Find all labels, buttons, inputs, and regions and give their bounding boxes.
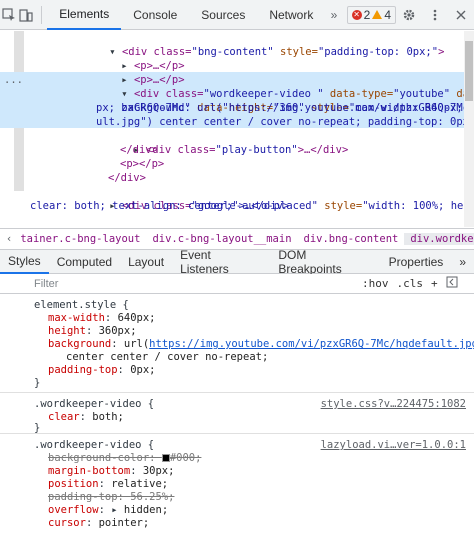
cls-button[interactable]: .cls	[397, 277, 424, 290]
tab-sources[interactable]: Sources	[189, 0, 257, 30]
attr-name: style=	[273, 46, 318, 58]
tab-properties[interactable]: Properties	[381, 250, 452, 274]
rule-wordkeeper-video-stylecss: .wordkeeper-video { style.css?v…224475:1…	[0, 394, 474, 434]
warning-icon	[372, 10, 383, 19]
css-declaration[interactable]: position: relative;	[48, 478, 168, 491]
device-toolbar-icon[interactable]	[17, 0, 34, 30]
breadcrumb-item-current[interactable]: div.wordkeeper-video.	[404, 233, 474, 245]
gear-icon[interactable]	[396, 0, 422, 30]
devtools-toolbar: Elements Console Sources Network » ✕ 2 4	[0, 0, 474, 30]
node-actions-dots[interactable]: ...	[4, 73, 23, 87]
expand-arrow-icon[interactable]: ▸	[111, 504, 117, 516]
more-tabs-button[interactable]: »	[325, 0, 342, 30]
attr-name: style=	[317, 200, 363, 212]
attr-value: "play-button"	[215, 144, 298, 156]
tree-scrollbar[interactable]	[464, 31, 474, 227]
tree-scroll-thumb[interactable]	[465, 41, 473, 101]
tree-node-continuation: ult.jpg") center center / cover no-repea…	[96, 116, 474, 128]
tree-node-close-div[interactable]: </div>	[120, 143, 158, 157]
filter-input[interactable]: Filter	[34, 278, 354, 290]
tree-node-p[interactable]: ▸ <p>…</p>	[96, 45, 184, 72]
tag-close: >…</div>	[297, 144, 349, 156]
dom-tree: ▾ <div class="bng-content" style="paddin…	[0, 31, 474, 227]
more-options-icon[interactable]	[422, 0, 448, 30]
tab-computed[interactable]: Computed	[49, 250, 120, 274]
new-rule-button[interactable]: +	[431, 277, 438, 290]
css-declaration[interactable]: background: url(https://img.youtube.com/…	[48, 338, 474, 351]
tab-console[interactable]: Console	[121, 0, 189, 30]
styles-pane: element.style { max-width: 640px; height…	[0, 295, 474, 535]
error-count: 2	[363, 7, 371, 22]
rule-selector[interactable]: .wordkeeper-video {	[34, 398, 154, 411]
tree-node-p-empty[interactable]: <p></p>	[120, 157, 164, 171]
attr-value: "width: 100%; height: auto;	[362, 200, 474, 212]
tree-node-google-auto-placed[interactable]: ▸ <div class="google-auto-placed" style=…	[84, 185, 474, 212]
error-icon: ✕	[351, 9, 362, 20]
breadcrumb-item[interactable]: tainer.c-bng-layout	[14, 233, 146, 245]
tree-node-bng-content[interactable]: ▾ <div class="bng-content" style="paddin…	[84, 31, 444, 58]
attr-value: "bng-content"	[191, 46, 274, 58]
breadcrumb-item[interactable]: div.bng-content	[298, 233, 405, 245]
warning-count: 4	[384, 7, 391, 22]
tree-node-p[interactable]: ▸ <p>…</p>	[96, 59, 184, 86]
tree-node-wordkeeper-video[interactable]: ▾ <div class="wordkeeper-video " data-ty…	[96, 73, 474, 100]
rule-wordkeeper-video-lazyload: .wordkeeper-video { lazyload.vi…ver=1.0.…	[0, 435, 474, 535]
styles-filter-bar: Filter :hov .cls +	[0, 274, 474, 294]
css-declaration[interactable]: height: 360px;	[48, 325, 137, 338]
css-declaration[interactable]: max-width: 640px;	[48, 312, 156, 325]
issues-badge[interactable]: ✕ 2 4	[346, 5, 396, 24]
css-declaration-continuation: center center / cover no-repeat;	[66, 351, 269, 363]
css-declaration[interactable]: clear: both;	[48, 411, 124, 424]
tab-elements[interactable]: Elements	[47, 0, 122, 30]
css-declaration[interactable]: margin-bottom: 30px;	[48, 465, 174, 478]
tree-node-play-button[interactable]: ▸ <div class="play-button">…</div>	[108, 129, 348, 156]
hov-button[interactable]: :hov	[362, 277, 389, 290]
css-declaration-overridden[interactable]: padding-top: 56.25%;	[48, 491, 174, 504]
rule-source-link[interactable]: lazyload.vi…ver=1.0.0:1	[321, 439, 466, 451]
tab-layout[interactable]: Layout	[120, 250, 172, 274]
rule-selector[interactable]: element.style {	[34, 299, 129, 312]
tag-close: >	[438, 46, 445, 58]
tree-node-close-div[interactable]: </div>	[108, 171, 146, 185]
breadcrumb-item[interactable]: div.c-bng-layout__main	[146, 233, 297, 245]
rule-selector[interactable]: .wordkeeper-video {	[34, 439, 154, 452]
tree-node-continuation: zxGR6Q-7Mc" data-height="360" style="max…	[96, 87, 474, 114]
color-swatch[interactable]	[161, 454, 170, 462]
toggle-sidebar-icon[interactable]	[446, 276, 458, 291]
tab-network[interactable]: Network	[257, 0, 325, 30]
css-declaration[interactable]: cursor: pointer;	[48, 517, 149, 530]
tab-event-listeners[interactable]: Event Listeners	[172, 248, 270, 276]
attr-value: "padding-top: 0px;"	[317, 46, 439, 58]
chevron-left-icon[interactable]: ‹	[0, 233, 14, 245]
tab-dom-breakpoints[interactable]: DOM Breakpoints	[270, 248, 380, 276]
rule-close: }	[34, 377, 41, 389]
css-declaration[interactable]: padding-top: 0px;	[48, 364, 156, 377]
close-icon[interactable]	[448, 0, 474, 30]
tree-node-continuation: px; background: url("https://img.youtube…	[96, 102, 474, 114]
css-declaration-overridden[interactable]: background-color: #000;	[48, 452, 201, 465]
more-subtabs-button[interactable]: »	[451, 250, 474, 274]
css-declaration[interactable]: overflow: ▸ hidden;	[48, 504, 168, 517]
background-url-link[interactable]: https://img.youtube.com/vi/pzxGR6Q-7Mc/h…	[149, 338, 474, 350]
rule-close: }	[34, 422, 41, 434]
rule-element-style: element.style { max-width: 640px; height…	[0, 295, 474, 393]
tree-node-continuation: clear: both; text-align: center;">…</div…	[30, 200, 290, 212]
sidebar-tabs: Styles Computed Layout Event Listeners D…	[0, 248, 474, 276]
inspect-element-icon[interactable]	[0, 0, 17, 30]
toolbar-divider	[40, 5, 42, 24]
tab-styles[interactable]: Styles	[0, 250, 49, 274]
rule-source-link[interactable]: style.css?v…224475:1082	[321, 398, 466, 410]
